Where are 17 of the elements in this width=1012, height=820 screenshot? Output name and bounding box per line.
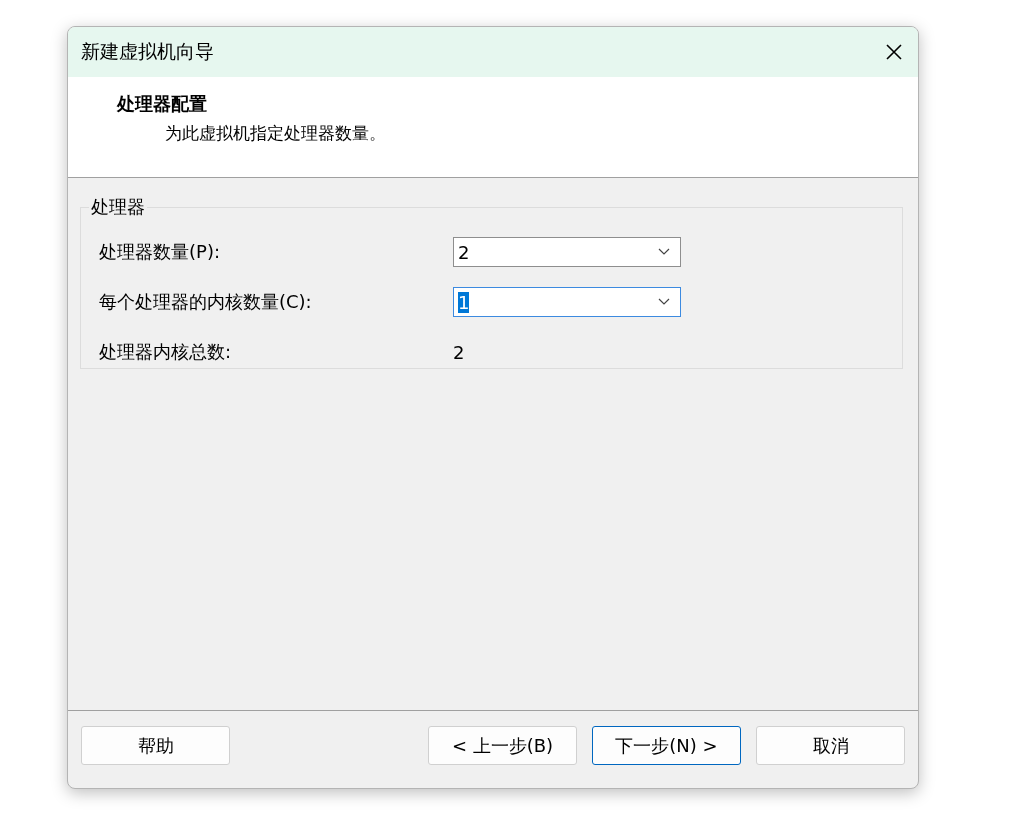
- total-value: 2: [453, 341, 465, 363]
- chevron-down-icon: [658, 298, 670, 306]
- field-label: 每个处理器的内核数量(C):: [99, 290, 313, 314]
- dialog-button[interactable]: 下一步(N) >: [592, 726, 741, 765]
- field-label: 处理器数量(P):: [99, 240, 221, 264]
- group-title: 处理器: [90, 195, 146, 219]
- dialog-button[interactable]: < 上一步(B): [428, 726, 577, 765]
- page-description: 为此虚拟机指定处理器数量。: [165, 122, 387, 145]
- dialog-button[interactable]: 帮助: [81, 726, 230, 765]
- window-title: 新建虚拟机向导: [81, 39, 214, 64]
- field-label: 处理器内核总数:: [99, 340, 233, 364]
- close-icon[interactable]: [884, 42, 904, 62]
- dropdown-field[interactable]: 1: [453, 287, 681, 317]
- chevron-down-icon: [658, 248, 670, 256]
- dialog-button[interactable]: 取消: [756, 726, 905, 765]
- dropdown-field[interactable]: 2: [453, 237, 681, 267]
- page-heading: 处理器配置: [117, 92, 208, 116]
